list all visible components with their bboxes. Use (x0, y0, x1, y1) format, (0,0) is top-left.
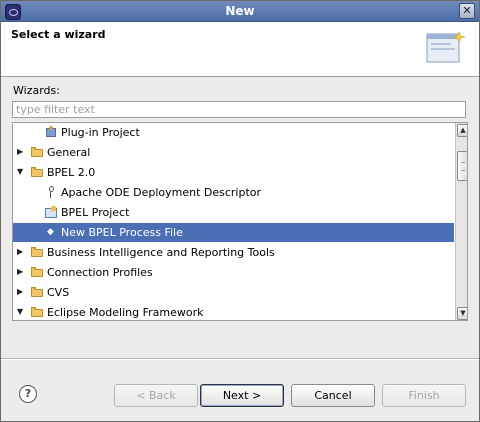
collapsed-arrow-icon[interactable]: ▶ (17, 248, 25, 256)
page-title: Select a wizard (11, 28, 106, 41)
tree-item-label: BPEL 2.0 (47, 166, 96, 179)
wizard-tree[interactable]: Plug-in Project ▶ General ▼ BPEL 2.0 Apache O… (12, 122, 468, 321)
folder-icon (31, 286, 43, 298)
tree-item[interactable]: ▶ General (13, 143, 454, 162)
plugin-icon (45, 126, 57, 138)
tree-item-label: BPEL Project (61, 206, 130, 219)
tree-item-label: Apache ODE Deployment Descriptor (61, 186, 262, 199)
back-button[interactable]: < Back (114, 384, 198, 407)
tree-item-label: Business Intelligence and Reporting Tool… (47, 246, 275, 259)
help-icon[interactable]: ? (19, 385, 37, 403)
close-button[interactable]: ✕ (459, 3, 475, 19)
tree-item[interactable]: ▼ Eclipse Modeling Framework (13, 303, 454, 320)
vertical-scrollbar[interactable]: ▲ ▼ (455, 123, 467, 320)
tree-item[interactable]: ▼ BPEL 2.0 (13, 163, 454, 182)
collapsed-arrow-icon[interactable]: ▶ (17, 268, 25, 276)
file-icon (45, 223, 57, 242)
tree-item-label: General (47, 146, 91, 159)
tree-item-label: Connection Profiles (47, 266, 153, 279)
tree-item[interactable]: ▶ CVS (13, 283, 454, 302)
scroll-down-button[interactable]: ▼ (457, 307, 467, 320)
collapsed-arrow-icon[interactable]: ▶ (17, 148, 25, 156)
tree-item-label: CVS (47, 286, 70, 299)
title-bar[interactable]: New ✕ (1, 1, 479, 22)
window-title: New (225, 4, 255, 18)
project-icon (45, 206, 57, 218)
folder-icon (31, 246, 43, 258)
tree-item[interactable]: ▶ Connection Profiles (13, 263, 454, 282)
tree-item[interactable]: New BPEL Process File (13, 223, 454, 242)
tree-item-label: New BPEL Process File (61, 226, 183, 239)
folder-icon (31, 266, 43, 278)
key-icon (45, 186, 57, 198)
expanded-arrow-icon[interactable]: ▼ (17, 168, 25, 176)
tree-item[interactable]: ▶ Business Intelligence and Reporting Too… (13, 243, 454, 262)
filter-input[interactable] (12, 101, 466, 118)
tree-item[interactable]: Apache ODE Deployment Descriptor (13, 183, 454, 202)
tree-item[interactable]: Plug-in Project (13, 123, 454, 142)
folder-icon (31, 306, 43, 318)
scroll-thumb[interactable] (457, 151, 467, 181)
scroll-up-button[interactable]: ▲ (457, 124, 467, 137)
cancel-button[interactable]: Cancel (291, 384, 375, 407)
wizard-header: Select a wizard (1, 22, 479, 77)
folder-icon (31, 166, 43, 178)
tree-item[interactable]: BPEL Project (13, 203, 454, 222)
next-button[interactable]: Next > (200, 384, 284, 407)
finish-button[interactable]: Finish (382, 384, 466, 407)
tree-item-label: Eclipse Modeling Framework (47, 306, 204, 319)
wizard-banner-icon (426, 31, 466, 63)
expanded-arrow-icon[interactable]: ▼ (17, 308, 25, 316)
collapsed-arrow-icon[interactable]: ▶ (17, 288, 25, 296)
wizards-label: Wizards: (13, 84, 60, 97)
folder-icon (31, 146, 43, 158)
button-bar-separator (1, 358, 479, 360)
new-wizard-dialog: New ✕ Select a wizard Wizards: Plug-in P… (0, 0, 480, 422)
tree-item-label: Plug-in Project (61, 126, 140, 139)
